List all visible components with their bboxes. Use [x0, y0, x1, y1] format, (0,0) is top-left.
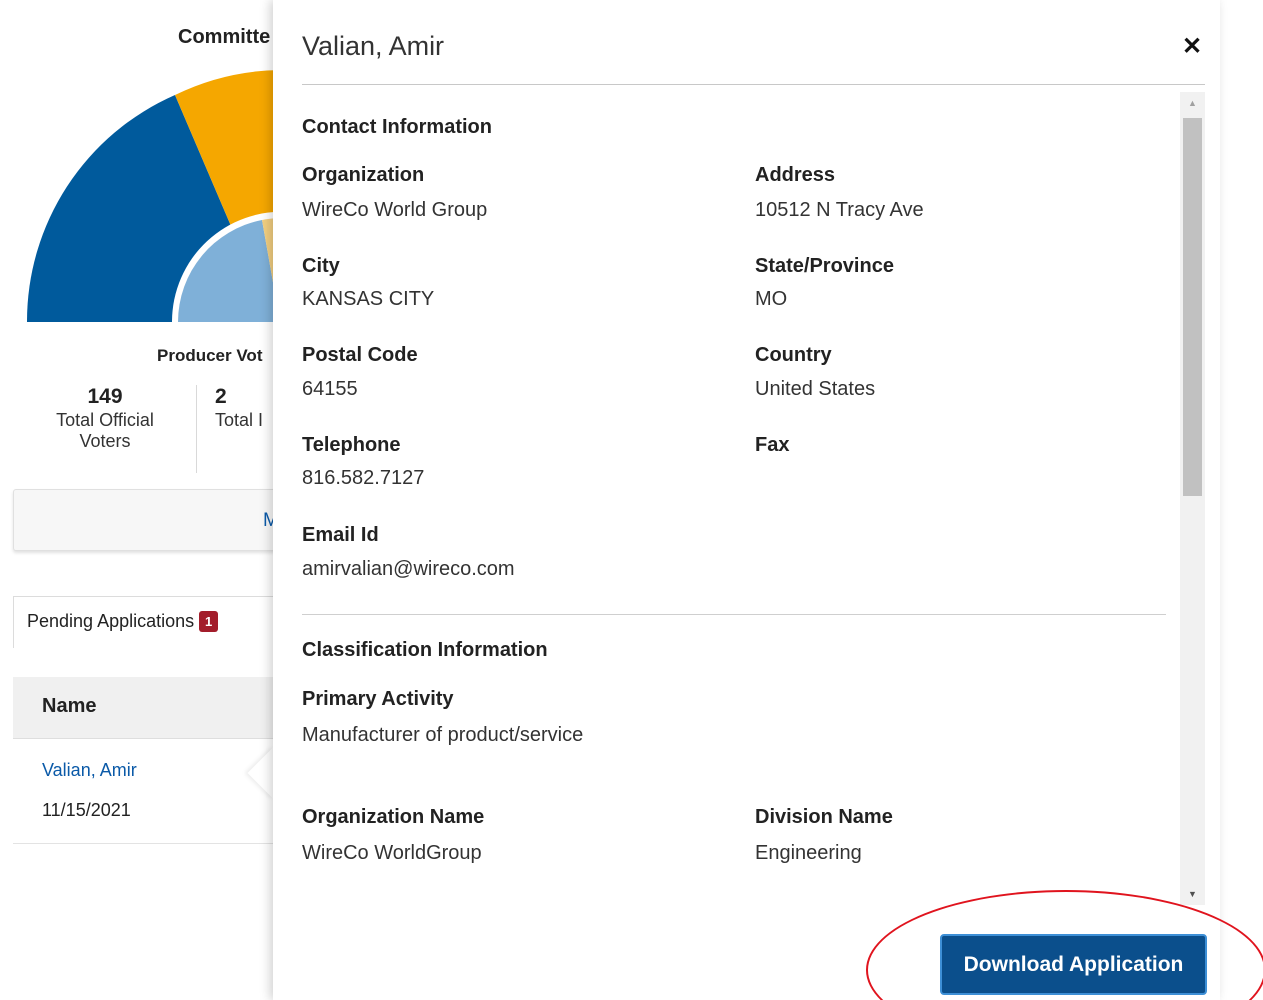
primary-activity-value: Manufacturer of product/service: [302, 724, 584, 746]
tab-label: Pending Applications: [27, 611, 195, 631]
stat-divider: [196, 385, 197, 473]
telephone-value: 816.582.7127: [302, 467, 425, 489]
committee-card: Committe Producer Vot 149 Total Official…: [0, 0, 303, 570]
state-value: MO: [755, 288, 788, 310]
committee-chart-title: Committe: [178, 26, 271, 48]
application-date: 11/15/2021: [42, 800, 131, 820]
column-header-name: Name: [42, 695, 97, 717]
classification-section-title: Classification Information: [302, 639, 548, 661]
address-value: 10512 N Tracy Ave: [755, 199, 924, 221]
organization-name-label: Organization Name: [302, 806, 485, 828]
producer-votes-label: Producer Vot: [157, 346, 263, 365]
city-label: City: [302, 255, 340, 277]
postal-code-value: 64155: [302, 378, 358, 400]
section-divider: [302, 614, 1166, 615]
stat-number: 149: [87, 385, 123, 408]
more-button[interactable]: M: [13, 489, 303, 551]
table-row[interactable]: Valian, Amir 11/15/2021: [13, 740, 293, 844]
panel-scrollbar[interactable]: ▲ ▼: [1180, 92, 1205, 905]
scrollbar-thumb[interactable]: [1183, 118, 1202, 496]
country-label: Country: [755, 344, 832, 366]
division-name-value: Engineering: [755, 842, 862, 864]
download-application-button[interactable]: Download Application: [940, 934, 1207, 995]
stat-label: Total I: [215, 410, 264, 430]
table-header: Name: [13, 677, 293, 739]
application-detail-panel: Valian, Amir ✕ Contact Information Organ…: [273, 0, 1220, 1000]
close-icon[interactable]: ✕: [1179, 34, 1205, 60]
telephone-label: Telephone: [302, 434, 401, 456]
postal-code-label: Postal Code: [302, 344, 418, 366]
address-label: Address: [755, 164, 836, 186]
tab-pending-applications[interactable]: Pending Applications 1: [13, 596, 283, 648]
email-label: Email Id: [302, 524, 379, 546]
contact-section-title: Contact Information: [302, 116, 492, 138]
scroll-down-arrow-icon[interactable]: ▼: [1180, 883, 1205, 905]
panel-title: Valian, Amir: [302, 31, 445, 61]
committee-donut-chart: [26, 70, 290, 322]
state-label: State/Province: [755, 255, 894, 277]
organization-value: WireCo World Group: [302, 199, 488, 221]
applicant-name-link[interactable]: Valian, Amir: [42, 760, 137, 781]
panel-scroll-content[interactable]: Contact Information Organization WireCo …: [302, 100, 1182, 900]
city-value: KANSAS CITY: [302, 288, 435, 310]
scroll-up-arrow-icon[interactable]: ▲: [1180, 92, 1205, 114]
pending-count-badge: 1: [199, 611, 219, 632]
division-name-label: Division Name: [755, 806, 893, 828]
organization-label: Organization: [302, 164, 425, 186]
stat-total-official-voters: 149 Total Official Voters: [40, 386, 170, 452]
email-value: amirvalian@wireco.com: [302, 558, 515, 580]
fax-label: Fax: [755, 434, 790, 456]
header-divider: [302, 84, 1205, 85]
country-value: United States: [755, 378, 876, 400]
organization-name-value: WireCo WorldGroup: [302, 842, 482, 864]
stat-label: Total Official Voters: [56, 410, 154, 451]
primary-activity-label: Primary Activity: [302, 688, 454, 710]
